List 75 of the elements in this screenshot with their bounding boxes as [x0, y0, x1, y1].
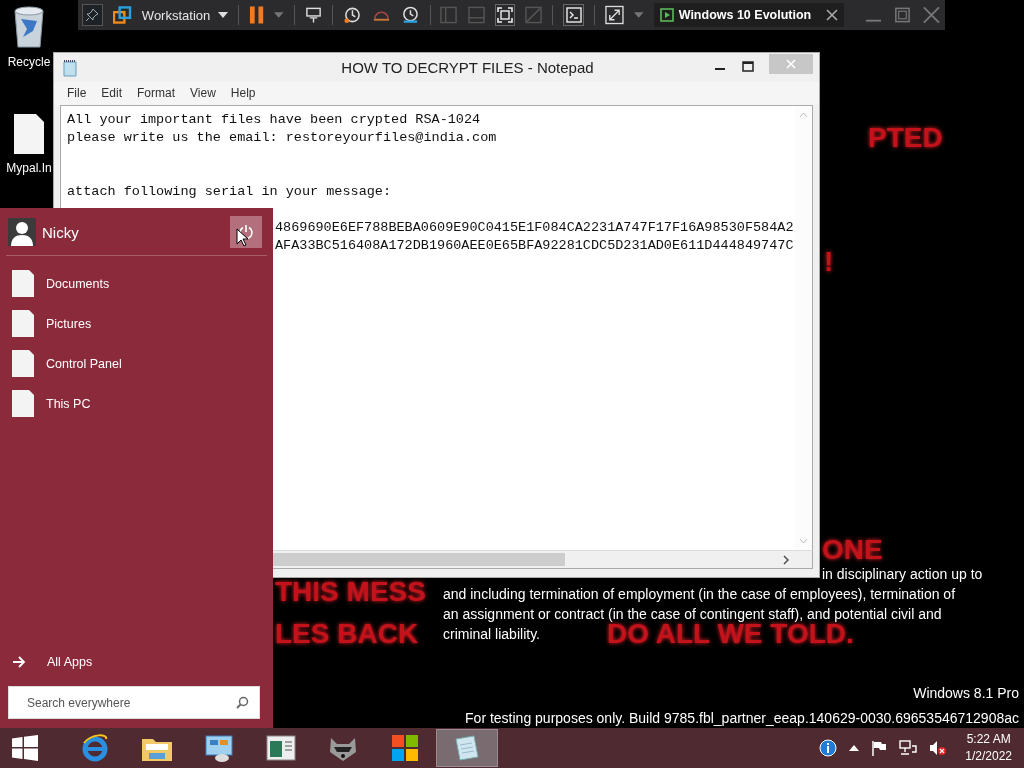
- search-field[interactable]: Search everywhere: [8, 686, 260, 719]
- file-icon: [12, 350, 34, 377]
- console-button[interactable]: [563, 4, 585, 26]
- wallpaper-text: LES BACK: [275, 620, 419, 648]
- text-line: 4869690E6EF788BEBA0609E90C0415E1F084CA2231A747F17F16A98530F584A2: [275, 219, 794, 237]
- fit-screen-button[interactable]: [494, 4, 516, 26]
- caret-icon: [218, 12, 229, 18]
- pause-icon[interactable]: [249, 6, 265, 24]
- user-name[interactable]: Nicky: [42, 223, 224, 241]
- network-icon[interactable]: [899, 740, 918, 756]
- wallpaper-text: ONE: [822, 536, 883, 564]
- arrow-icon: [12, 656, 26, 668]
- windows-start-icon[interactable]: [12, 735, 38, 761]
- window-title: HOW TO DECRYPT FILES - Notepad: [340, 59, 595, 76]
- close-icon[interactable]: [826, 9, 839, 21]
- notice-line: an assignment or contract (in the case of contingent staff), and potential civil and: [443, 606, 942, 622]
- menu-item[interactable]: View: [183, 84, 224, 102]
- show-hidden-icons-icon[interactable]: [849, 745, 860, 751]
- caret-icon[interactable]: [634, 12, 644, 18]
- text-line: AFA33BC516408A172DB1960AEE0E65BFA92281CDC5D231AD0E611D444849747C: [275, 237, 794, 255]
- workstation-menu[interactable]: Workstation: [141, 7, 229, 23]
- menu-item[interactable]: Format: [130, 84, 184, 102]
- fullscreen-icon[interactable]: [605, 5, 625, 25]
- document-window-icon: [266, 734, 296, 762]
- control-panel-icon: [204, 733, 234, 763]
- browser-icon: [80, 733, 110, 763]
- file-icon: [12, 390, 34, 417]
- notepad-icon: [452, 733, 482, 763]
- wallpaper-text: PTED: [868, 124, 943, 152]
- text-line: All your important files have been crypted RSA-1024: [67, 111, 482, 129]
- flag-icon[interactable]: [871, 740, 888, 756]
- close-icon: [786, 58, 796, 69]
- clock[interactable]: 5:22 AM 1/2/2022: [965, 731, 1012, 765]
- muted-speaker-icon[interactable]: [929, 740, 948, 756]
- file-icon[interactable]: [13, 113, 45, 155]
- desktop-icon-label[interactable]: Recycle: [7, 55, 51, 69]
- close-icon[interactable]: [922, 5, 941, 25]
- vm-tab[interactable]: Windows 10 Evolution: [653, 3, 845, 27]
- menu-item[interactable]: File: [60, 84, 95, 102]
- workstation-icon: [112, 6, 132, 24]
- text-line: attach following serial in your message:: [67, 183, 393, 201]
- recycle-bin-icon[interactable]: [11, 5, 47, 49]
- menu-item[interactable]: Edit: [94, 84, 131, 102]
- notice-line: in disciplinary action up to: [822, 566, 983, 582]
- snapshot-icon[interactable]: [342, 5, 362, 25]
- mouse-cursor-icon: [236, 228, 248, 247]
- notice-line: criminal liability.: [443, 626, 540, 642]
- desktop-icon-label[interactable]: Mypal.In: [6, 161, 52, 175]
- edition-label: Windows 8.1 Pro: [913, 685, 1019, 701]
- caret-icon[interactable]: [274, 12, 284, 18]
- start-menu-item[interactable]: Control Panel: [12, 350, 261, 377]
- notice-line: and including termination of employment (in the case of employees), termination of: [443, 586, 956, 602]
- send-keys-icon[interactable]: [304, 6, 322, 24]
- menu-item[interactable]: Help: [223, 84, 264, 102]
- file-icon: [12, 270, 34, 297]
- all-apps-link[interactable]: All Apps: [0, 655, 273, 669]
- file-icon: [12, 310, 34, 337]
- start-menu-item[interactable]: This PC: [12, 390, 261, 417]
- pin-button[interactable]: [82, 4, 103, 26]
- snapshot-manager-icon[interactable]: [400, 5, 420, 25]
- start-menu-item[interactable]: Pictures: [12, 310, 261, 337]
- wallpaper-text: THIS MESS: [275, 578, 426, 606]
- wallpaper-text: !: [824, 248, 834, 276]
- store-icon: [391, 734, 419, 762]
- notepad-icon: [62, 58, 78, 77]
- power-icon: [238, 224, 254, 240]
- info-icon[interactable]: [819, 739, 838, 757]
- user-avatar-icon: [8, 218, 36, 246]
- text-line: please write us the email: restoreyourfiles@india.com: [67, 129, 498, 147]
- scroll-right-icon[interactable]: [782, 554, 790, 565]
- start-menu-item[interactable]: Documents: [12, 270, 261, 297]
- search-icon: [236, 696, 249, 709]
- play-icon: [659, 8, 674, 22]
- pin-icon: [85, 8, 100, 22]
- build-label: For testing purposes only. Build 9785.fbl_partner_eeap.140629-0030.69653546712908ac: [465, 710, 1019, 726]
